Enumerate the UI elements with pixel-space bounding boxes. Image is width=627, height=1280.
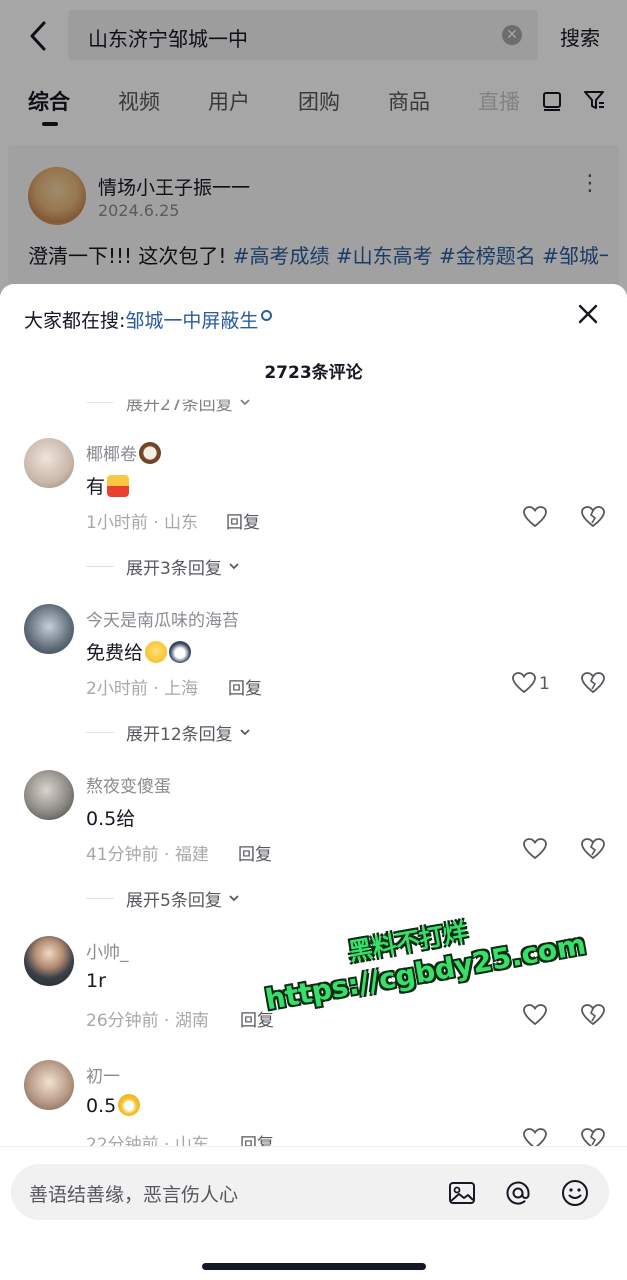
broken-heart-icon[interactable]	[580, 504, 606, 530]
eye-roll-emoji	[145, 641, 168, 663]
image-icon[interactable]	[447, 1178, 477, 1208]
comment-sheet: 大家都在搜:邹城一中屏蔽生 2723条评论 展开27条回复 椰椰卷 有 1小时前…	[0, 284, 627, 1280]
heart-icon[interactable]	[522, 504, 548, 530]
comment-body: 免费给	[86, 642, 144, 664]
expand-replies-button[interactable]: 展开3条回复	[86, 554, 240, 579]
search-icon	[261, 310, 273, 321]
expand-replies-button[interactable]: 展开12条回复	[86, 720, 251, 745]
comment-item: 椰椰卷 有 1小时前 · 山东 回复	[0, 438, 627, 558]
heart-icon[interactable]	[511, 670, 537, 696]
hot-search-bar: 大家都在搜:邹城一中屏蔽生	[24, 306, 273, 333]
avatar[interactable]	[24, 770, 74, 820]
chevron-down-icon	[229, 895, 239, 902]
reply-button[interactable]: 回复	[238, 840, 272, 865]
avatar[interactable]	[24, 1060, 74, 1110]
expand-replies-label: 展开27条回复	[126, 394, 233, 415]
comment-time-location: 26分钟前 · 湖南	[86, 1011, 209, 1031]
comment-author[interactable]: 椰椰卷	[86, 440, 161, 465]
cat-emoji	[169, 641, 192, 663]
broken-heart-icon[interactable]	[580, 670, 606, 696]
comment-input[interactable]: 善语结善缘，恶言伤人心	[11, 1164, 609, 1220]
comment-text: 0.5	[86, 1094, 141, 1117]
avatar[interactable]	[24, 604, 74, 654]
hot-search-label: 大家都在搜:	[24, 310, 126, 332]
expand-replies-button[interactable]: 展开5条回复	[86, 886, 240, 911]
mention-icon[interactable]	[503, 1178, 533, 1208]
hot-search-link[interactable]: 邹城一中屏蔽生	[125, 310, 258, 332]
comment-time-location: 2小时前 · 上海	[86, 679, 199, 699]
comment-body: 0.5	[86, 1095, 117, 1117]
comment-author[interactable]: 今天是南瓜味的海苔	[86, 606, 239, 631]
comment-item: 熬夜变傻蛋 0.5给 41分钟前 · 福建 回复	[0, 770, 627, 890]
comment-text: 有	[86, 472, 130, 499]
expand-replies-label: 展开12条回复	[126, 724, 233, 745]
avatar[interactable]	[24, 438, 74, 488]
emoji-icon[interactable]	[560, 1178, 590, 1208]
comment-author-name: 椰椰卷	[86, 445, 137, 465]
close-sheet-button[interactable]	[574, 300, 602, 328]
comment-input-area: 善语结善缘，恶言伤人心	[0, 1146, 627, 1280]
chevron-down-icon	[240, 729, 250, 736]
home-indicator[interactable]	[202, 1263, 426, 1270]
chevron-down-icon	[240, 399, 250, 406]
fries-emoji	[107, 475, 130, 497]
comment-input-placeholder: 善语结善缘，恶言伤人心	[29, 1184, 239, 1206]
comment-author[interactable]: 初一	[86, 1062, 120, 1087]
expand-replies-label: 展开5条回复	[126, 890, 222, 911]
heart-icon[interactable]	[522, 1002, 548, 1028]
comment-time-location: 1小时前 · 山东	[86, 513, 199, 533]
comment-text: 1r	[86, 970, 106, 992]
comment-author[interactable]: 小帅_	[86, 938, 129, 963]
divider	[86, 565, 114, 567]
divider	[86, 897, 114, 899]
comment-time-location: 41分钟前 · 福建	[86, 845, 209, 865]
avatar[interactable]	[24, 936, 74, 986]
comment-text: 0.5给	[86, 808, 136, 830]
comment-body: 有	[86, 476, 106, 498]
reply-button[interactable]: 回复	[226, 508, 260, 533]
grin-emoji	[118, 1094, 141, 1116]
chevron-down-icon	[229, 563, 239, 570]
comment-item: 今天是南瓜味的海苔 免费给 2小时前 · 上海 回复 1	[0, 604, 627, 724]
broken-heart-icon[interactable]	[580, 836, 606, 862]
divider	[86, 731, 114, 733]
like-count: 1	[539, 674, 550, 694]
broken-heart-icon[interactable]	[580, 1002, 606, 1028]
comment-text: 免费给	[86, 638, 192, 665]
expand-replies-label: 展开3条回复	[126, 558, 222, 579]
coconut-emoji	[139, 442, 161, 464]
comment-count: 2723条评论	[264, 363, 363, 383]
comment-author[interactable]: 熬夜变傻蛋	[86, 772, 171, 797]
heart-icon[interactable]	[522, 836, 548, 862]
divider	[86, 401, 114, 403]
expand-replies-button[interactable]: 展开27条回复	[86, 394, 251, 415]
reply-button[interactable]: 回复	[228, 674, 262, 699]
